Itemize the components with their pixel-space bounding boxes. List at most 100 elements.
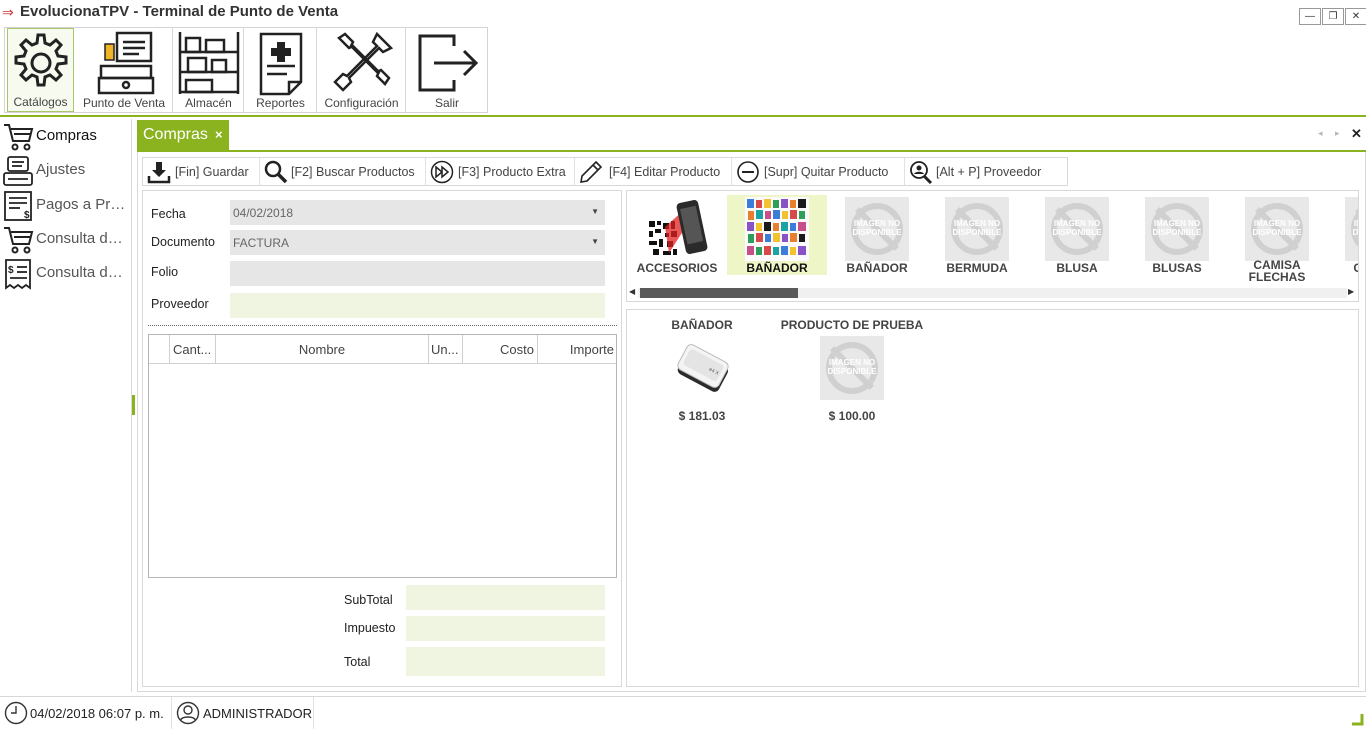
sidebar-item-label: Compras [36,127,97,144]
product-name: BAÑADOR [671,318,733,332]
restore-button[interactable]: ❐ [1322,8,1344,25]
documento-select[interactable]: FACTURA ▼ [230,230,605,255]
toolbar-label: [Supr] Quitar Producto [764,165,889,179]
svg-text:$: $ [24,210,30,221]
tab-scroll-left-icon[interactable]: ◂ [1318,128,1323,139]
search-products-button[interactable]: [F2] Buscar Productos [260,158,426,185]
column-header-cantidad[interactable]: Cant... [170,335,216,363]
ribbon-punto-de-venta-button[interactable]: Punto de Venta [76,28,173,112]
column-header-costo[interactable]: Costo [463,335,538,363]
toolbar-label: [F3] Producto Extra [458,165,566,179]
category-tile-selected[interactable]: BAÑADOR [727,195,827,275]
product-tile[interactable]: PRODUCTO DE PRUEBA IMAGEN NO DISPONIBLE … [777,318,927,428]
form-separator [148,325,617,326]
supplier-button[interactable]: [Alt + P] Proveedor [905,158,1067,185]
toolbar-label: [F2] Buscar Productos [291,165,415,179]
sidebar-item-consulta-compras[interactable]: Consulta de Compras [0,222,130,256]
status-user-text: ADMINISTRADOR [203,706,313,721]
category-tile[interactable]: IMAGEN NO DISPONIBLE CAMISA FLECHAS [1227,195,1327,283]
fecha-date-picker[interactable]: 04/02/2018 ▼ [230,200,605,225]
sidebar-item-pagos-proveedores[interactable]: $ Pagos a Proveedores [0,188,130,222]
ribbon-reportes-button[interactable]: Reportes [245,28,317,112]
grid-header: Cant... Nombre Un... Costo Importe [149,335,616,364]
ribbon-almacen-button[interactable]: Almacén [174,28,244,112]
ribbon-label: Salir [434,96,459,110]
minimize-button[interactable]: — [1299,8,1321,25]
scroll-right-arrow-icon[interactable]: ▶ [1348,287,1354,296]
ribbon-divider [0,115,1366,117]
remove-product-button[interactable]: [Supr] Quitar Producto [732,158,905,185]
category-tile[interactable]: IMAGEN NO DISPONIBLE BERMUDA [927,195,1027,275]
folio-label: Folio [151,265,179,279]
image-unavailable-icon: IMAGEN NO DISPONIBLE [820,336,884,400]
category-label: ACCESORIOS [636,261,718,275]
close-window-button[interactable]: ✕ [1345,8,1366,25]
image-unavailable-icon: IMAGEN NO DISPONIBLE [1145,197,1209,261]
shelves-icon [178,32,239,94]
status-datetime: 04/02/2018 06:07 p. m. [0,697,172,729]
download-tray-icon [147,162,171,184]
proveedor-field[interactable] [230,293,605,318]
scroll-left-arrow-icon[interactable]: ◀ [629,287,635,296]
impuesto-field [406,616,605,641]
ribbon-menu: Catálogos Punto de Venta Almacén Reporte… [4,27,488,113]
subtotal-field [406,585,605,610]
close-tab-icon[interactable]: ✕ [1351,126,1362,142]
ribbon-label: Punto de Venta [82,96,166,110]
column-header-unidad[interactable]: Un... [429,335,463,363]
category-strip: ACCESORIOS BAÑADOR IMAGEN NO DISPONIBLE … [626,190,1359,302]
tab-close-icon[interactable]: × [215,127,223,142]
category-tile[interactable]: IMAGEN NO DISPONIBLE BAÑADOR [827,195,927,275]
image-unavailable-icon: IMAGEN NO DISPONIBLE [1045,197,1109,261]
dropdown-arrow-icon: ▼ [591,237,599,246]
category-tile[interactable]: IMAGEN NO DISPONIBLE CAMISA [1327,195,1358,275]
sidebar-item-ajustes[interactable]: Ajustes [0,153,130,187]
ribbon-catalogos-button[interactable]: Catálogos [7,28,74,112]
cart-icon [4,124,34,151]
toolbar-label: [F4] Editar Producto [609,165,721,179]
edit-product-button[interactable]: [F4] Editar Producto [575,158,732,185]
tab-compras[interactable]: Compras × [137,120,229,150]
sidebar-item-compras[interactable]: Compras [0,119,130,153]
report-icon [259,32,302,96]
purchase-items-grid[interactable]: Cant... Nombre Un... Costo Importe [148,334,617,578]
category-tile[interactable]: ACCESORIOS [627,195,727,275]
sidebar-item-label: Consulta de Compras [36,230,128,247]
ribbon-label: Configuración [324,96,399,110]
sidebar-item-label: Ajustes [36,161,86,178]
category-label: BAÑADOR [746,261,808,275]
ribbon-configuracion-button[interactable]: Configuración [318,28,406,112]
image-unavailable-icon: IMAGEN NO DISPONIBLE [1245,197,1309,261]
product-tile[interactable]: BAÑADOR e4 X $ 181.03 [627,318,777,428]
svg-text:$: $ [8,265,14,276]
receipt-icon: $ [5,259,31,290]
category-scrollbar[interactable]: ◀ ▶ [628,287,1357,299]
minus-circle-icon [737,161,759,183]
documento-label: Documento [151,235,215,249]
ribbon-salir-button[interactable]: Salir [407,28,487,112]
category-label: BLUSA [1056,261,1098,275]
resize-grip-icon[interactable] [1350,712,1364,726]
column-header-importe[interactable]: Importe [538,335,616,363]
phone-scanner-thumbnail [645,197,709,261]
pencil-icon [580,160,603,183]
sidebar-splitter[interactable] [132,395,135,415]
fecha-value: 04/02/2018 [233,206,294,220]
category-label: CAMISA FLECHAS [1248,258,1306,284]
folio-field[interactable] [230,261,605,286]
category-tile[interactable]: IMAGEN NO DISPONIBLE BLUSAS [1127,195,1227,275]
toolbar-label: [Alt + P] Proveedor [936,165,1042,179]
fast-forward-icon [430,160,454,184]
app-logo-icon: ⇒ [2,4,14,20]
sidebar-item-consulta-pagos[interactable]: $ Consulta de Pagos [0,256,130,290]
category-tile[interactable]: IMAGEN NO DISPONIBLE BLUSA [1027,195,1127,275]
scrollbar-thumb[interactable] [640,288,798,298]
tab-scroll-right-icon[interactable]: ▸ [1335,128,1340,139]
image-unavailable-icon: IMAGEN NO DISPONIBLE [945,197,1009,261]
extra-product-button[interactable]: [F3] Producto Extra [426,158,575,185]
column-header-nombre[interactable]: Nombre [216,335,429,363]
save-button[interactable]: [Fin] Guardar [143,158,260,185]
magnifier-icon [264,160,288,184]
window-title: EvolucionaTPV - Terminal de Punto de Ven… [20,3,339,20]
dropdown-arrow-icon: ▼ [591,207,599,216]
